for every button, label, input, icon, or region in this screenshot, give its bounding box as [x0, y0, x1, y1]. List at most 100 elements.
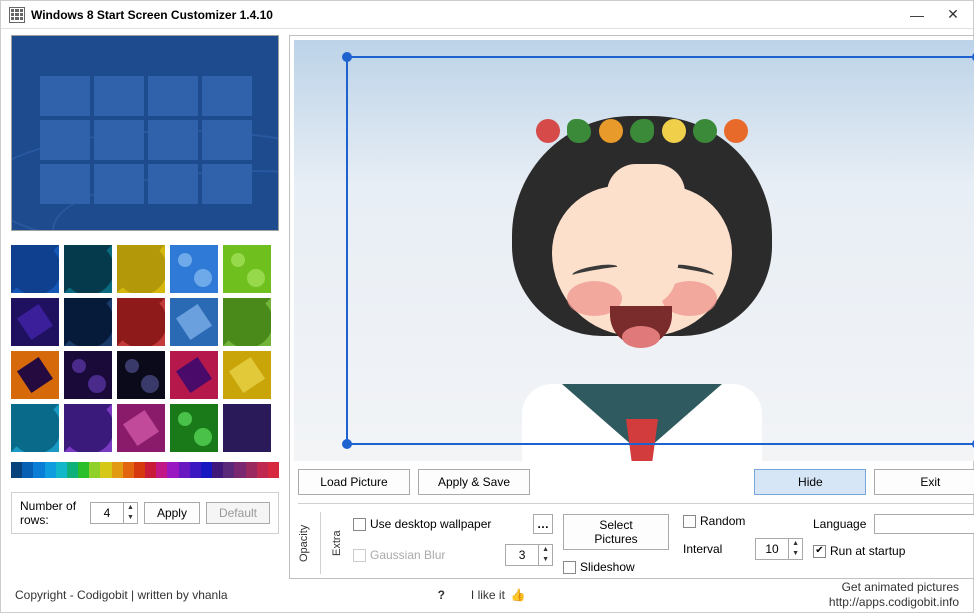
slideshow-checkbox[interactable]	[563, 561, 576, 574]
pattern-thumb-6[interactable]	[64, 298, 112, 346]
pattern-thumb-8[interactable]	[170, 298, 218, 346]
pattern-thumb-12[interactable]	[117, 351, 165, 399]
pattern-thumb-11[interactable]	[64, 351, 112, 399]
crop-handle-bl[interactable]	[342, 439, 352, 449]
pattern-thumb-19[interactable]	[223, 404, 271, 452]
pattern-thumb-10[interactable]	[11, 351, 59, 399]
color-swatch-18[interactable]	[212, 462, 223, 478]
opacity-section-label: Opacity	[298, 512, 310, 574]
color-swatch-0[interactable]	[11, 462, 22, 478]
pattern-thumb-1[interactable]	[64, 245, 112, 293]
color-swatch-1[interactable]	[22, 462, 33, 478]
pattern-thumb-5[interactable]	[11, 298, 59, 346]
color-swatch-5[interactable]	[67, 462, 78, 478]
rows-spinner[interactable]: ▲▼	[90, 502, 138, 524]
color-swatch-23[interactable]	[268, 462, 279, 478]
color-swatch-22[interactable]	[257, 462, 268, 478]
color-swatch-4[interactable]	[56, 462, 67, 478]
run-startup-label[interactable]: Run at startup	[830, 544, 905, 558]
apply-rows-button[interactable]: Apply	[144, 502, 200, 524]
gaussian-input[interactable]	[506, 545, 538, 565]
interval-spinner[interactable]: ▲▼	[755, 538, 803, 560]
select-pictures-button[interactable]: Select Pictures	[563, 514, 669, 550]
pattern-thumb-18[interactable]	[170, 404, 218, 452]
like-button[interactable]: I like it 👍	[471, 588, 526, 602]
color-swatch-12[interactable]	[145, 462, 156, 478]
pattern-thumb-9[interactable]	[223, 298, 271, 346]
exit-button[interactable]: Exit	[874, 469, 974, 495]
load-picture-button[interactable]: Load Picture	[298, 469, 410, 495]
language-label: Language	[813, 517, 866, 531]
color-swatch-15[interactable]	[179, 462, 190, 478]
pattern-thumb-2[interactable]	[117, 245, 165, 293]
pattern-thumb-16[interactable]	[64, 404, 112, 452]
apply-save-button[interactable]: Apply & Save	[418, 469, 530, 495]
options-panel: Opacity Extra Use desktop wallpaper … Ga…	[298, 503, 974, 574]
thumbs-up-icon: 👍	[511, 588, 526, 602]
rows-toolbar: Number of rows: ▲▼ Apply Default	[11, 492, 279, 534]
run-startup-checkbox[interactable]: ✔	[813, 545, 826, 558]
minimize-button[interactable]: —	[905, 5, 929, 25]
gaussian-label: Gaussian Blur	[370, 548, 445, 562]
hide-button[interactable]: Hide	[754, 469, 866, 495]
color-swatch-13[interactable]	[156, 462, 167, 478]
color-strip	[11, 462, 279, 478]
default-rows-button: Default	[206, 502, 270, 524]
rows-up[interactable]: ▲	[124, 503, 137, 513]
language-combobox[interactable]: ▼	[874, 514, 974, 534]
like-label: I like it	[471, 588, 505, 602]
pattern-thumb-14[interactable]	[223, 351, 271, 399]
app-icon	[9, 7, 25, 23]
pattern-thumbnail-grid	[11, 245, 279, 452]
rows-down[interactable]: ▼	[124, 513, 137, 523]
slideshow-label[interactable]: Slideshow	[580, 560, 635, 574]
close-button[interactable]: ✕	[941, 5, 965, 25]
browse-wallpaper-button[interactable]: …	[533, 514, 553, 534]
copyright-text: Copyright - Codigobit | written by vhanl…	[15, 588, 228, 602]
crop-handle-tl[interactable]	[342, 52, 352, 62]
color-swatch-8[interactable]	[100, 462, 111, 478]
random-checkbox[interactable]	[683, 515, 696, 528]
color-swatch-6[interactable]	[78, 462, 89, 478]
extra-section-label: Extra	[331, 512, 343, 574]
help-button[interactable]: ?	[438, 588, 445, 602]
pattern-thumb-3[interactable]	[170, 245, 218, 293]
pattern-thumb-0[interactable]	[11, 245, 59, 293]
interval-label: Interval	[683, 542, 722, 556]
right-pane: Load Picture Apply & Save Hide Exit Opac…	[289, 35, 974, 579]
color-swatch-17[interactable]	[201, 462, 212, 478]
color-swatch-20[interactable]	[234, 462, 245, 478]
window-title: Windows 8 Start Screen Customizer 1.4.10	[31, 8, 273, 22]
color-swatch-2[interactable]	[33, 462, 44, 478]
pattern-thumb-17[interactable]	[117, 404, 165, 452]
title-bar: Windows 8 Start Screen Customizer 1.4.10…	[1, 1, 973, 29]
pattern-thumb-4[interactable]	[223, 245, 271, 293]
rows-label: Number of rows:	[20, 499, 84, 527]
pattern-thumb-15[interactable]	[11, 404, 59, 452]
pattern-thumb-13[interactable]	[170, 351, 218, 399]
color-swatch-19[interactable]	[223, 462, 234, 478]
color-swatch-3[interactable]	[45, 462, 56, 478]
color-swatch-10[interactable]	[123, 462, 134, 478]
color-swatch-11[interactable]	[134, 462, 145, 478]
interval-input[interactable]	[756, 539, 788, 559]
color-swatch-9[interactable]	[112, 462, 123, 478]
color-swatch-7[interactable]	[89, 462, 100, 478]
animated-pictures-link[interactable]: Get animated pictures	[842, 580, 959, 594]
color-swatch-16[interactable]	[190, 462, 201, 478]
main-button-row: Load Picture Apply & Save Hide Exit	[294, 461, 974, 503]
gaussian-checkbox	[353, 549, 366, 562]
color-swatch-14[interactable]	[167, 462, 178, 478]
use-desktop-label[interactable]: Use desktop wallpaper	[370, 517, 491, 531]
picture-preview[interactable]	[294, 40, 974, 461]
crop-rectangle[interactable]	[346, 56, 974, 445]
random-label[interactable]: Random	[700, 514, 745, 528]
left-pane: Number of rows: ▲▼ Apply Default	[11, 35, 279, 579]
footer: Copyright - Codigobit | written by vhanl…	[1, 578, 973, 612]
website-link[interactable]: http://apps.codigobit.info	[829, 595, 959, 609]
pattern-thumb-7[interactable]	[117, 298, 165, 346]
rows-input[interactable]	[91, 503, 123, 523]
gaussian-spinner[interactable]: ▲▼	[505, 544, 553, 566]
color-swatch-21[interactable]	[246, 462, 257, 478]
use-desktop-checkbox[interactable]	[353, 518, 366, 531]
